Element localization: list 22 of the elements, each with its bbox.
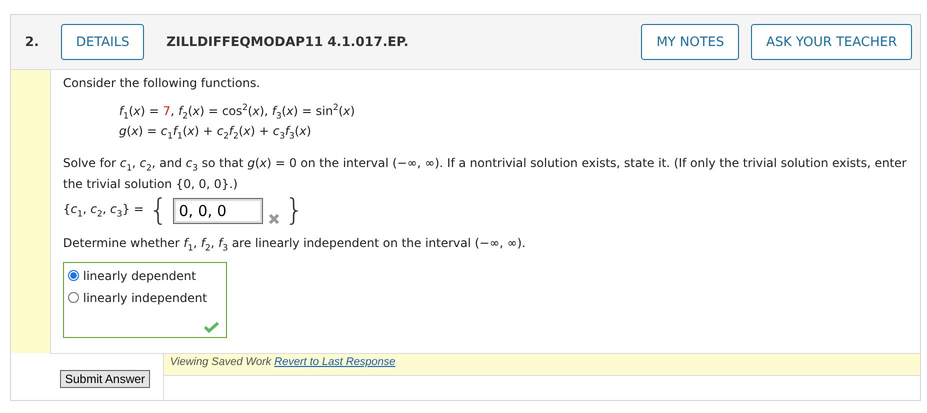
my-notes-button[interactable]: MY NOTES [641,24,740,60]
question-code: ZILLDIFFEQMODAP11 4.1.017.EP. [166,34,409,50]
details-button[interactable]: DETAILS [60,24,144,60]
check-icon [204,320,220,333]
revert-link[interactable]: Revert to Last Response [274,356,396,373]
question-number: 2. [25,34,39,50]
formula-line: f$_{1}$(x) = 7, f$_{2}$(x) = cos$^{2}$(x), f$_{3}$(x) = sin$^{2}$(x) [119,102,356,124]
submit-button[interactable]: Submit Answer [60,370,150,388]
option-label: linearly dependent [83,268,196,283]
ask-teacher-button[interactable]: ASK YOUR TEACHER [751,24,912,60]
question-text: Determine whether f$_{1}$, f$_{2}$, f$_{3}$ are linearly independent on the interval (−∞, ∞). [63,236,526,250]
status-text: Viewing Saved Work [170,356,272,370]
radio-button[interactable] [68,292,79,304]
intro-text: Consider the following functions. [63,75,262,91]
answer-label: {c$_{1}$, c$_{2}$, c$_{3}$} = [63,202,144,220]
answer-field[interactable]: 0, 0, 0 [172,198,263,224]
prompt-text: Solve for c$_{1}$, c$_{2}$, and c$_{3}$ so that g(x) = 0 on the interval (−∞, ∞). If a nontrivial solution exists, state it. (If only the trivial solution exists, enter the trivial solution {0, 0, 0}.) [63,156,907,192]
open-brace: { [148,196,168,226]
option-label: linearly independent [83,290,208,305]
radio-button[interactable] [68,270,79,282]
formula-line: g(x) = c$_{1}$f$_{1}$(x) + c$_{2}$f$_{2}$(x) + c$_{3}$f$_{3}$(x) [119,124,312,144]
close-brace: } [284,196,304,226]
